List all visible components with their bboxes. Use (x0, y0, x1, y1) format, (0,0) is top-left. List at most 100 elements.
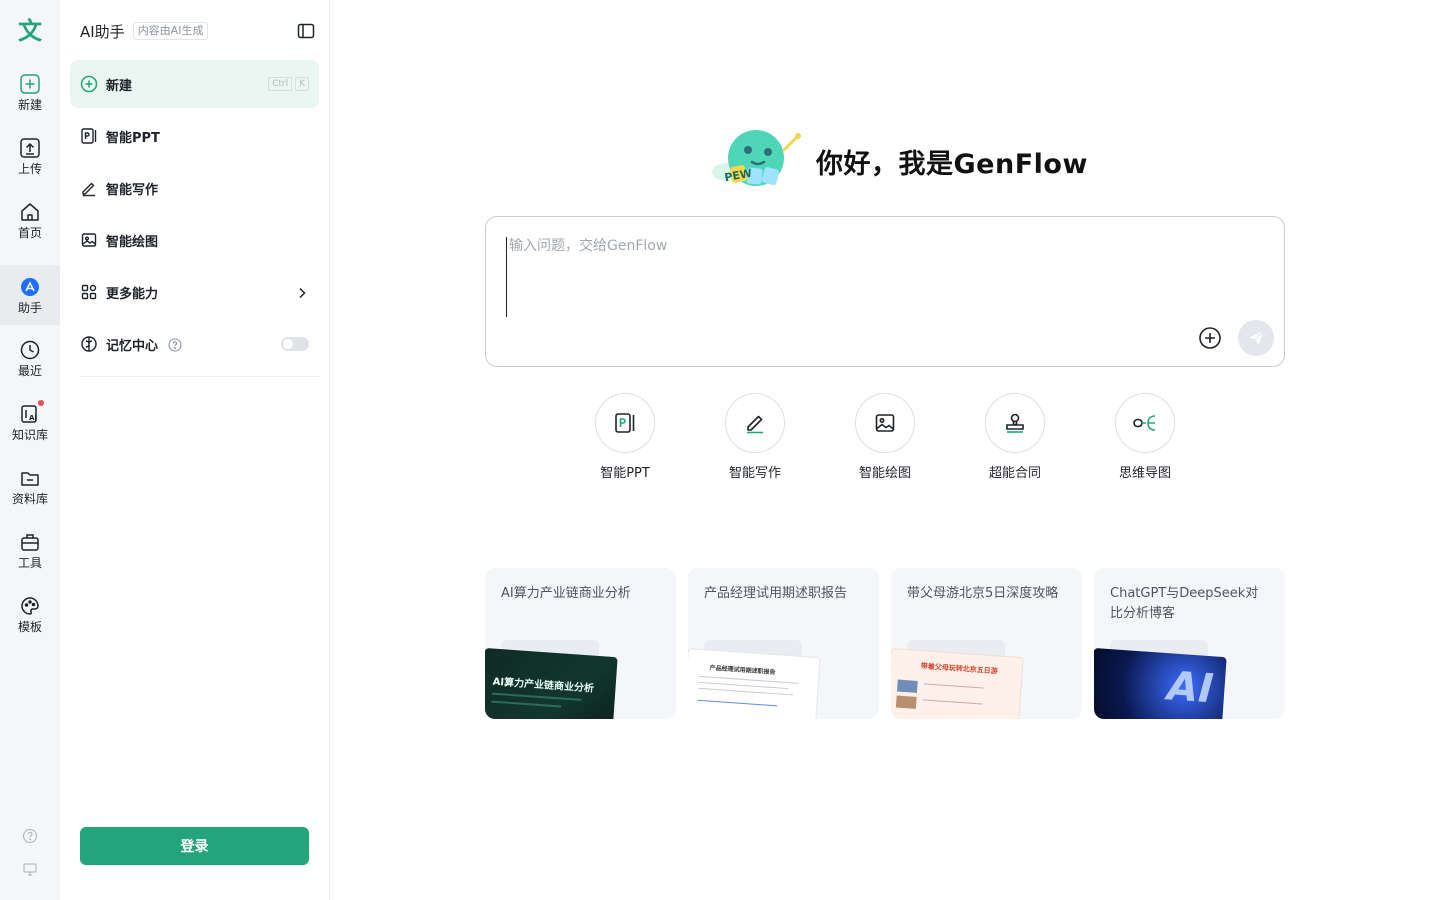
quick-action-super-contract[interactable]: 超能合同 (970, 393, 1060, 481)
sidebar-item-smart-ppt[interactable]: 智能PPT (70, 112, 319, 160)
rail-item-label: 资料库 (11, 491, 48, 506)
plus-square-icon (19, 73, 41, 95)
template-card-beijing-trip[interactable]: 带父母游北京5日深度攻略 带着父母玩转北京五日游 (891, 568, 1082, 719)
rail-item-recent[interactable]: 最近 (0, 328, 60, 388)
notification-dot (38, 399, 44, 406)
ppt-icon (615, 413, 635, 433)
template-card-chatgpt-deepseek[interactable]: ChatGPT与DeepSeek对比分析博客 AI (1094, 568, 1285, 719)
sidebar-item-smart-writing[interactable]: 智能写作 (70, 164, 319, 212)
app-logo[interactable]: 文 (14, 14, 46, 46)
sidebar-item-memory-center[interactable]: 记忆中心 (70, 320, 319, 368)
quick-action-circle (1115, 393, 1175, 453)
sidebar-item-label: 智能写作 (106, 182, 159, 198)
svg-text:文: 文 (18, 17, 43, 45)
login-button[interactable]: 登录 (80, 827, 309, 865)
palette-icon (19, 595, 41, 617)
rail-item-library[interactable]: 资料库 (0, 456, 60, 516)
sidebar-divider (80, 376, 319, 377)
quick-action-label: 思维导图 (1118, 466, 1171, 481)
rail-item-label: 工具 (17, 555, 42, 570)
chat-input-box (485, 216, 1285, 367)
assistant-sidebar: AI助手 内容由AI生成 新建 Ctrl K 智能PPT 智能写作 智能绘图 更… (60, 0, 330, 900)
assistant-icon (19, 276, 41, 298)
upload-icon (19, 137, 41, 159)
sidebar-item-smart-drawing[interactable]: 智能绘图 (70, 216, 319, 264)
quick-action-mind-map[interactable]: 思维导图 (1100, 393, 1190, 481)
ai-generated-tag: 内容由AI生成 (132, 22, 209, 40)
help-icon[interactable] (168, 337, 182, 352)
rail-item-knowledge[interactable]: AI 知识库 (0, 392, 60, 452)
svg-text:AI: AI (29, 414, 37, 422)
quick-action-label: 智能PPT (600, 466, 650, 481)
help-button[interactable] (20, 826, 40, 846)
home-icon (19, 201, 41, 223)
quick-action-label: 智能写作 (728, 466, 781, 481)
card-title: AI算力产业链商业分析 (501, 586, 631, 601)
rail-item-home[interactable]: 首页 (0, 190, 60, 250)
card-title: 带父母游北京5日深度攻略 (907, 586, 1059, 601)
sidebar-item-label: 更多能力 (106, 286, 159, 302)
pen-icon (747, 415, 763, 434)
quick-action-label: 智能绘图 (858, 466, 911, 481)
card-title: ChatGPT与DeepSeek对比分析博客 (1110, 586, 1259, 621)
logo-icon: 文 (18, 17, 43, 45)
sidebar-collapse-button[interactable] (296, 21, 316, 41)
device-button[interactable] (20, 859, 40, 879)
rail-item-new[interactable]: 新建 (0, 62, 60, 122)
sidebar-title: AI助手 (80, 22, 125, 41)
plus-circle-icon (80, 75, 98, 93)
attach-button[interactable] (1198, 326, 1222, 350)
question-input[interactable] (506, 237, 1266, 317)
send-button[interactable] (1238, 320, 1274, 356)
quick-action-circle (985, 393, 1045, 453)
sidebar-item-label: 新建 (106, 78, 133, 94)
quick-action-smart-ppt[interactable]: 智能PPT (580, 393, 670, 481)
quick-action-circle (595, 393, 655, 453)
ppt-icon (80, 127, 98, 145)
chevron-right-icon (295, 285, 309, 299)
shortcut-key: K (295, 77, 309, 91)
folder-icon (19, 467, 41, 489)
memory-toggle-switch[interactable] (281, 337, 309, 351)
send-icon (1249, 330, 1264, 345)
greeting-title: 你好，我是GenFlow (816, 148, 1088, 180)
mascot-icon: PEW (712, 130, 801, 186)
rail-item-label: 新建 (17, 97, 42, 112)
card-title: 产品经理试用期述职报告 (704, 586, 848, 601)
rail-item-label: 模板 (17, 619, 42, 634)
sidebar-item-label: 智能绘图 (106, 234, 159, 250)
rail-item-label: 知识库 (11, 427, 48, 442)
rail-item-label: 首页 (17, 225, 42, 240)
plus-circle-icon (1199, 327, 1221, 349)
quick-action-smart-drawing[interactable]: 智能绘图 (840, 393, 930, 481)
rail-item-upload[interactable]: 上传 (0, 126, 60, 186)
quick-action-label: 超能合同 (988, 466, 1041, 481)
template-card-ai-compute[interactable]: AI算力产业链商业分析 AI算力产业链商业分析 (485, 568, 676, 719)
clock-icon (19, 339, 41, 361)
grid-icon (80, 283, 98, 301)
rail-item-templates[interactable]: 模板 (0, 584, 60, 644)
rail-item-tools[interactable]: 工具 (0, 520, 60, 580)
mind-map-icon (1133, 415, 1156, 431)
template-card-pm-report[interactable]: 产品经理试用期述职报告 产品经理试用期述职报告 (688, 568, 879, 719)
card-thumbnail: 带着父母玩转北京五日游 (891, 648, 1024, 719)
sidebar-toggle-icon (297, 23, 315, 39)
rail-item-label: 上传 (17, 161, 42, 176)
memory-icon (80, 335, 98, 353)
thumbnail-text: AI算力产业链商业分析 (492, 676, 595, 695)
thumbnail-text: AI (1165, 663, 1215, 713)
rail-item-label: 最近 (17, 363, 42, 378)
help-circle-icon (22, 828, 38, 844)
thumbnail-text: 产品经理试用期述职报告 (709, 664, 776, 677)
card-thumbnail: AI (1094, 648, 1227, 719)
sidebar-item-more-abilities[interactable]: 更多能力 (70, 268, 319, 316)
shortcut-hint: Ctrl K (268, 77, 309, 91)
image-icon (80, 231, 98, 249)
quick-action-circle (855, 393, 915, 453)
stamp-icon (1006, 413, 1024, 433)
rail-item-assistant[interactable]: 助手 (0, 265, 60, 325)
card-thumbnail: AI算力产业链商业分析 (485, 648, 618, 719)
quick-action-smart-writing[interactable]: 智能写作 (710, 393, 800, 481)
sidebar-item-new[interactable]: 新建 Ctrl K (70, 60, 319, 108)
sidebar-header: AI助手 内容由AI生成 (80, 18, 209, 44)
